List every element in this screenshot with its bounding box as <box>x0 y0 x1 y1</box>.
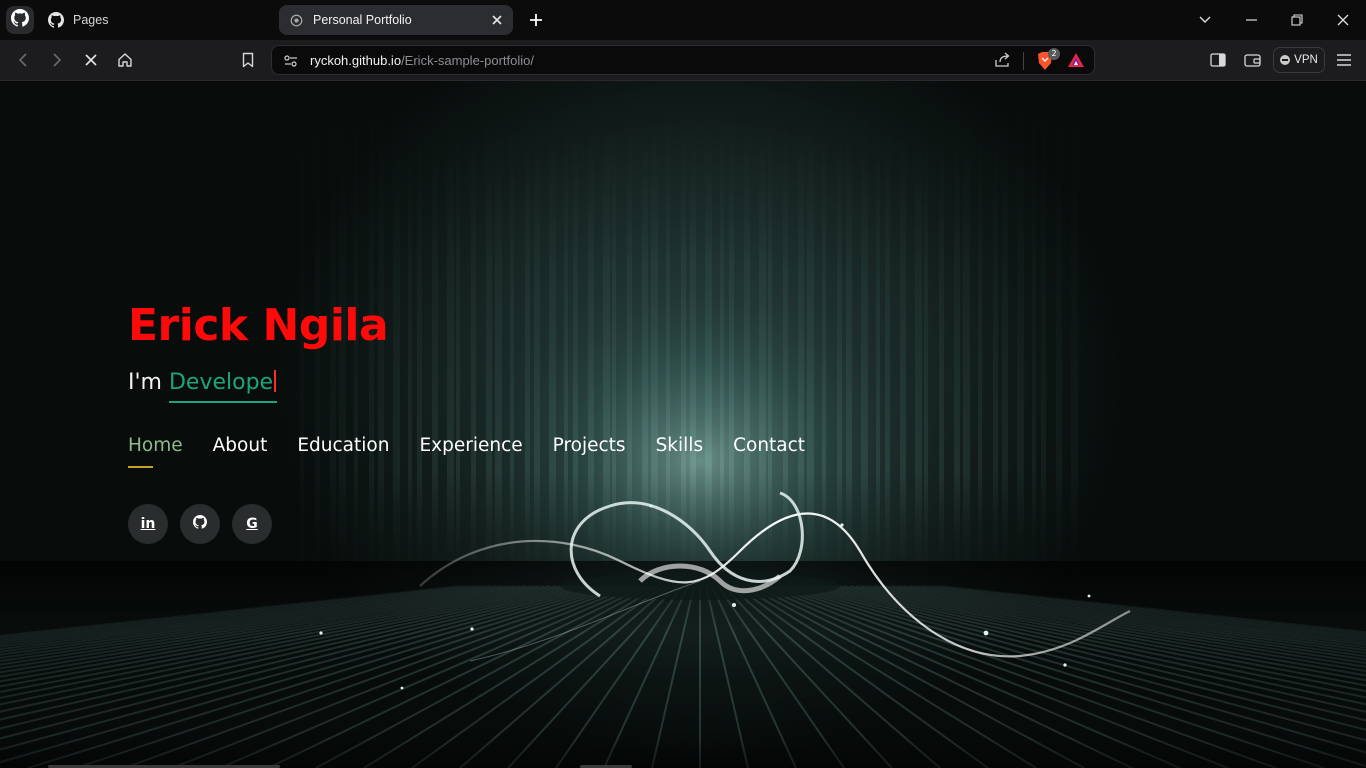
typing-caret <box>274 370 277 392</box>
forward-icon[interactable] <box>46 49 68 71</box>
url-host: ryckoh.github.io <box>310 53 402 68</box>
hero-prefix: I'm <box>128 370 169 395</box>
nav-education[interactable]: Education <box>297 435 389 456</box>
nav-projects[interactable]: Projects <box>553 435 626 456</box>
tab-personal-portfolio[interactable]: Personal Portfolio <box>279 5 513 35</box>
tab-title: Personal Portfolio <box>313 13 412 27</box>
shields-count-badge: 2 <box>1048 48 1060 60</box>
nav-skills[interactable]: Skills <box>656 435 704 456</box>
linkedin-icon: in <box>140 516 156 532</box>
page-viewport: Erick Ngila I'm Develope Home About Educ… <box>0 81 1366 768</box>
github-app-button[interactable] <box>6 6 34 34</box>
hero-subtitle: I'm Develope <box>128 370 278 403</box>
divider <box>1023 52 1024 70</box>
minimize-icon[interactable] <box>1239 8 1263 32</box>
brave-rewards-icon[interactable] <box>1067 52 1085 73</box>
bookmark-icon[interactable] <box>237 49 259 71</box>
address-bar[interactable]: ryckoh.github.io/Erick-sample-portfolio/… <box>271 45 1095 75</box>
nav-home[interactable]: Home <box>128 435 183 468</box>
browser-toolbar: ryckoh.github.io/Erick-sample-portfolio/… <box>0 40 1366 81</box>
tab-pages[interactable]: Pages <box>40 5 270 35</box>
google-link[interactable]: G <box>232 504 272 544</box>
restore-icon[interactable] <box>1285 8 1309 32</box>
typed-role: Develope <box>168 370 278 403</box>
close-window-icon[interactable] <box>1331 8 1355 32</box>
hero-background-art <box>0 81 1366 768</box>
tab-strip: Pages Personal Portfolio <box>0 0 1366 40</box>
stop-loading-icon[interactable] <box>80 49 102 71</box>
nav-contact[interactable]: Contact <box>733 435 805 456</box>
main-nav: Home About Education Experience Projects… <box>128 435 805 468</box>
google-icon: G <box>246 516 258 532</box>
back-icon[interactable] <box>12 49 34 71</box>
url-text: ryckoh.github.io/Erick-sample-portfolio/ <box>310 53 534 68</box>
home-icon[interactable] <box>114 49 136 71</box>
tab-title: Pages <box>73 13 109 27</box>
social-links: in G <box>128 504 272 544</box>
close-tab-icon[interactable] <box>489 12 505 28</box>
menu-icon[interactable] <box>1333 49 1355 71</box>
github-icon <box>193 515 208 533</box>
tab-search-chevron-icon[interactable] <box>1193 8 1217 32</box>
nav-experience[interactable]: Experience <box>419 435 522 456</box>
github-icon <box>11 8 30 32</box>
vpn-status-icon <box>1280 55 1291 65</box>
linkedin-link[interactable]: in <box>128 504 168 544</box>
sidebar-icon[interactable] <box>1207 49 1229 71</box>
vpn-button[interactable]: VPN <box>1273 47 1325 73</box>
new-tab-button[interactable] <box>524 8 548 32</box>
share-icon[interactable] <box>994 52 1012 73</box>
github-link[interactable] <box>180 504 220 544</box>
vpn-label: VPN <box>1294 54 1318 66</box>
globe-icon <box>288 12 304 28</box>
hero-name: Erick Ngila <box>128 300 389 351</box>
nav-about[interactable]: About <box>213 435 268 456</box>
wallet-icon[interactable] <box>1241 49 1263 71</box>
github-icon <box>48 12 64 28</box>
url-path: /Erick-sample-portfolio/ <box>401 53 534 68</box>
site-settings-icon[interactable] <box>283 53 299 74</box>
